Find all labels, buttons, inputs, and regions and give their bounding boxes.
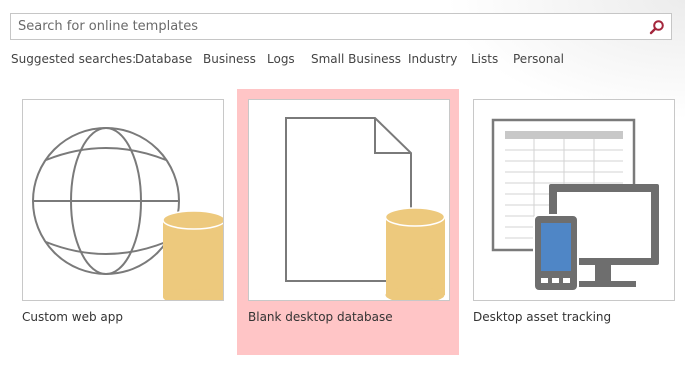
suggested-link-database[interactable]: Database (135, 52, 192, 66)
suggested-link-logs[interactable]: Logs (267, 52, 295, 66)
suggested-link-business[interactable]: Business (203, 52, 256, 66)
template-thumbnail (473, 99, 675, 301)
spreadsheet-devices-icon (491, 118, 659, 292)
template-tile-custom-web-app[interactable]: Custom web app (11, 89, 233, 355)
search-icon[interactable] (649, 19, 665, 35)
template-tile-desktop-asset-tracking[interactable]: Desktop asset tracking (462, 89, 684, 355)
suggested-link-personal[interactable]: Personal (513, 52, 564, 66)
blank-document-database-icon (285, 117, 446, 300)
template-thumbnail (248, 99, 450, 301)
template-label: Blank desktop database (248, 310, 393, 324)
search-input[interactable] (11, 14, 641, 39)
globe-database-icon (32, 127, 223, 300)
template-thumbnail (22, 99, 224, 301)
suggested-link-lists[interactable]: Lists (471, 52, 498, 66)
template-label: Custom web app (22, 310, 124, 324)
suggested-link-industry[interactable]: Industry (408, 52, 457, 66)
suggested-searches-label: Suggested searches: (11, 52, 137, 66)
suggested-link-small-business[interactable]: Small Business (311, 52, 401, 66)
search-box[interactable] (10, 13, 672, 40)
template-tile-blank-desktop-database[interactable]: Blank desktop database (237, 89, 459, 355)
template-label: Desktop asset tracking (473, 310, 612, 324)
